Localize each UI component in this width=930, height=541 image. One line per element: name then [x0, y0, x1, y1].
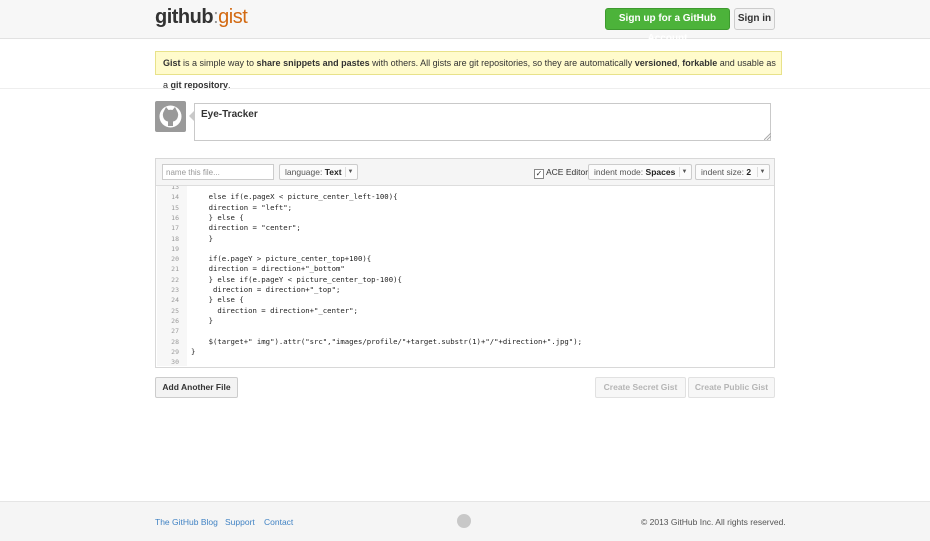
chevron-down-icon: ▼	[345, 167, 355, 177]
language-select[interactable]: language: Text ▼	[279, 164, 358, 180]
line-number: 19	[171, 244, 179, 253]
line-number: 20	[171, 255, 179, 264]
ace-editor-label: ACE Editor	[546, 167, 589, 177]
code-line: 17 direction = "center";	[157, 223, 772, 233]
indent-size-value: 2	[746, 167, 752, 177]
line-number: 23	[171, 286, 179, 294]
indent-size-label: indent size:	[701, 167, 744, 177]
resize-handle-icon[interactable]	[764, 133, 771, 140]
language-value: Text	[324, 167, 342, 177]
code-line: 23 direction = direction+"_top";	[157, 285, 772, 295]
code-line: 21 direction = direction+"_bottom"	[157, 264, 772, 274]
code-line: 15 direction = "left";	[157, 203, 772, 213]
file-toolbar: name this file... language: Text ▼ ✓ ACE …	[156, 159, 774, 186]
code-line: 24 } else {	[157, 295, 772, 305]
chevron-down-icon: ▼	[679, 167, 689, 177]
chevron-down-icon: ▼	[757, 167, 767, 177]
line-number: 28	[171, 337, 179, 346]
footer-link-contact[interactable]: Contact	[264, 517, 293, 527]
code-line: 14 else if(e.pageX < picture_center_left…	[157, 192, 772, 202]
signin-button[interactable]: Sign in	[734, 8, 775, 30]
line-number: 17	[171, 224, 179, 233]
notice-text: forkable	[682, 58, 718, 68]
code-line: 27	[157, 326, 772, 336]
notice-text: share snippets and pastes	[256, 58, 370, 68]
code-line: 28 $(target+" img").attr("src","images/p…	[157, 337, 772, 347]
code-line: 20 if(e.pageY > picture_center_top+100){	[157, 254, 772, 264]
code-line: 18 }	[157, 234, 772, 244]
filename-input[interactable]: name this file...	[162, 164, 274, 180]
code-text: $(target+" img").attr("src","images/prof…	[191, 336, 582, 346]
line-number: 22	[171, 275, 179, 284]
code-line: 29}	[157, 347, 772, 357]
code-text: } else {	[191, 212, 244, 222]
site-footer: The GitHub Blog Support Contact © 2013 G…	[0, 501, 930, 541]
indent-mode-label: indent mode:	[594, 167, 644, 177]
gist-notice-banner: Gist is a simple way to share snippets a…	[155, 51, 782, 90]
footer-link-blog[interactable]: The GitHub Blog	[155, 517, 218, 527]
logo-gist-text: gist	[218, 6, 248, 28]
octocat-avatar-icon	[159, 105, 182, 128]
line-number: 24	[171, 296, 179, 305]
checkbox-checked-icon[interactable]: ✓	[534, 169, 544, 179]
line-number: 21	[171, 265, 179, 274]
site-header: github:gist Sign up for a GitHub Account…	[0, 0, 930, 44]
code-text: }	[191, 233, 213, 243]
line-number: 27	[171, 327, 179, 336]
line-number: 18	[171, 234, 179, 243]
line-number: 14	[171, 193, 179, 202]
indent-mode-select[interactable]: indent mode: Spaces ▼	[588, 164, 692, 180]
language-label: language:	[285, 167, 323, 177]
code-text: }	[191, 315, 213, 325]
code-text: direction = direction+"_bottom"	[191, 264, 345, 274]
avatar	[155, 101, 186, 132]
line-number: 15	[171, 203, 179, 212]
signup-button[interactable]: Sign up for a GitHub Account	[605, 8, 730, 44]
indent-size-select[interactable]: indent size: 2 ▼	[695, 164, 770, 180]
footer-link-support[interactable]: Support	[225, 517, 255, 527]
code-text: if(e.pageY > picture_center_top+100){	[191, 254, 372, 264]
add-another-file-button[interactable]: Add Another File	[155, 377, 238, 398]
ace-editor-toggle[interactable]: ✓ ACE Editor	[534, 165, 588, 179]
code-editor[interactable]: 13 14 else if(e.pageX < picture_center_le…	[157, 186, 772, 366]
code-line: 26 }	[157, 316, 772, 326]
create-secret-gist-button[interactable]: Create Secret Gist	[595, 377, 686, 398]
line-number: 29	[171, 347, 179, 356]
code-text: else if(e.pageX < picture_center_left-10…	[191, 192, 398, 202]
code-text: }	[191, 346, 196, 356]
notice-text: with others. All gists are git repositor…	[369, 58, 635, 68]
logo-github-text: github	[155, 6, 214, 28]
notice-text: Gist	[163, 58, 181, 68]
octocat-footer-icon	[457, 514, 471, 528]
code-text: direction = direction+"_top";	[191, 285, 341, 294]
create-public-gist-button[interactable]: Create Public Gist	[688, 377, 775, 398]
code-line: 25 direction = direction+"_center";	[157, 306, 772, 316]
code-text: direction = "center";	[191, 223, 301, 233]
line-number: 30	[171, 358, 179, 366]
copyright-text: © 2013 GitHub Inc. All rights reserved.	[641, 517, 786, 527]
line-number: 25	[171, 306, 179, 315]
code-line: 22 } else if(e.pageY < picture_center_to…	[157, 275, 772, 285]
indent-mode-value: Spaces	[645, 167, 676, 177]
section-divider	[0, 88, 930, 89]
gist-description-input[interactable]: Eye-Tracker	[194, 103, 771, 141]
github-gist-logo[interactable]: github:gist	[155, 6, 248, 29]
line-number: 16	[171, 213, 179, 222]
code-text: } else {	[191, 295, 244, 305]
code-line: 16 } else {	[157, 213, 772, 223]
notice-text: is a simple way to	[180, 58, 257, 68]
code-line: 30	[157, 357, 772, 366]
notice-text: versioned	[634, 58, 678, 68]
line-number: 26	[171, 316, 179, 325]
code-line: 19	[157, 244, 772, 254]
code-text: direction = "left";	[191, 202, 293, 212]
gist-file-editor: name this file... language: Text ▼ ✓ ACE …	[155, 158, 775, 368]
code-text: } else if(e.pageY < picture_center_top-1…	[191, 274, 402, 284]
code-text: direction = direction+"_center";	[191, 305, 358, 315]
